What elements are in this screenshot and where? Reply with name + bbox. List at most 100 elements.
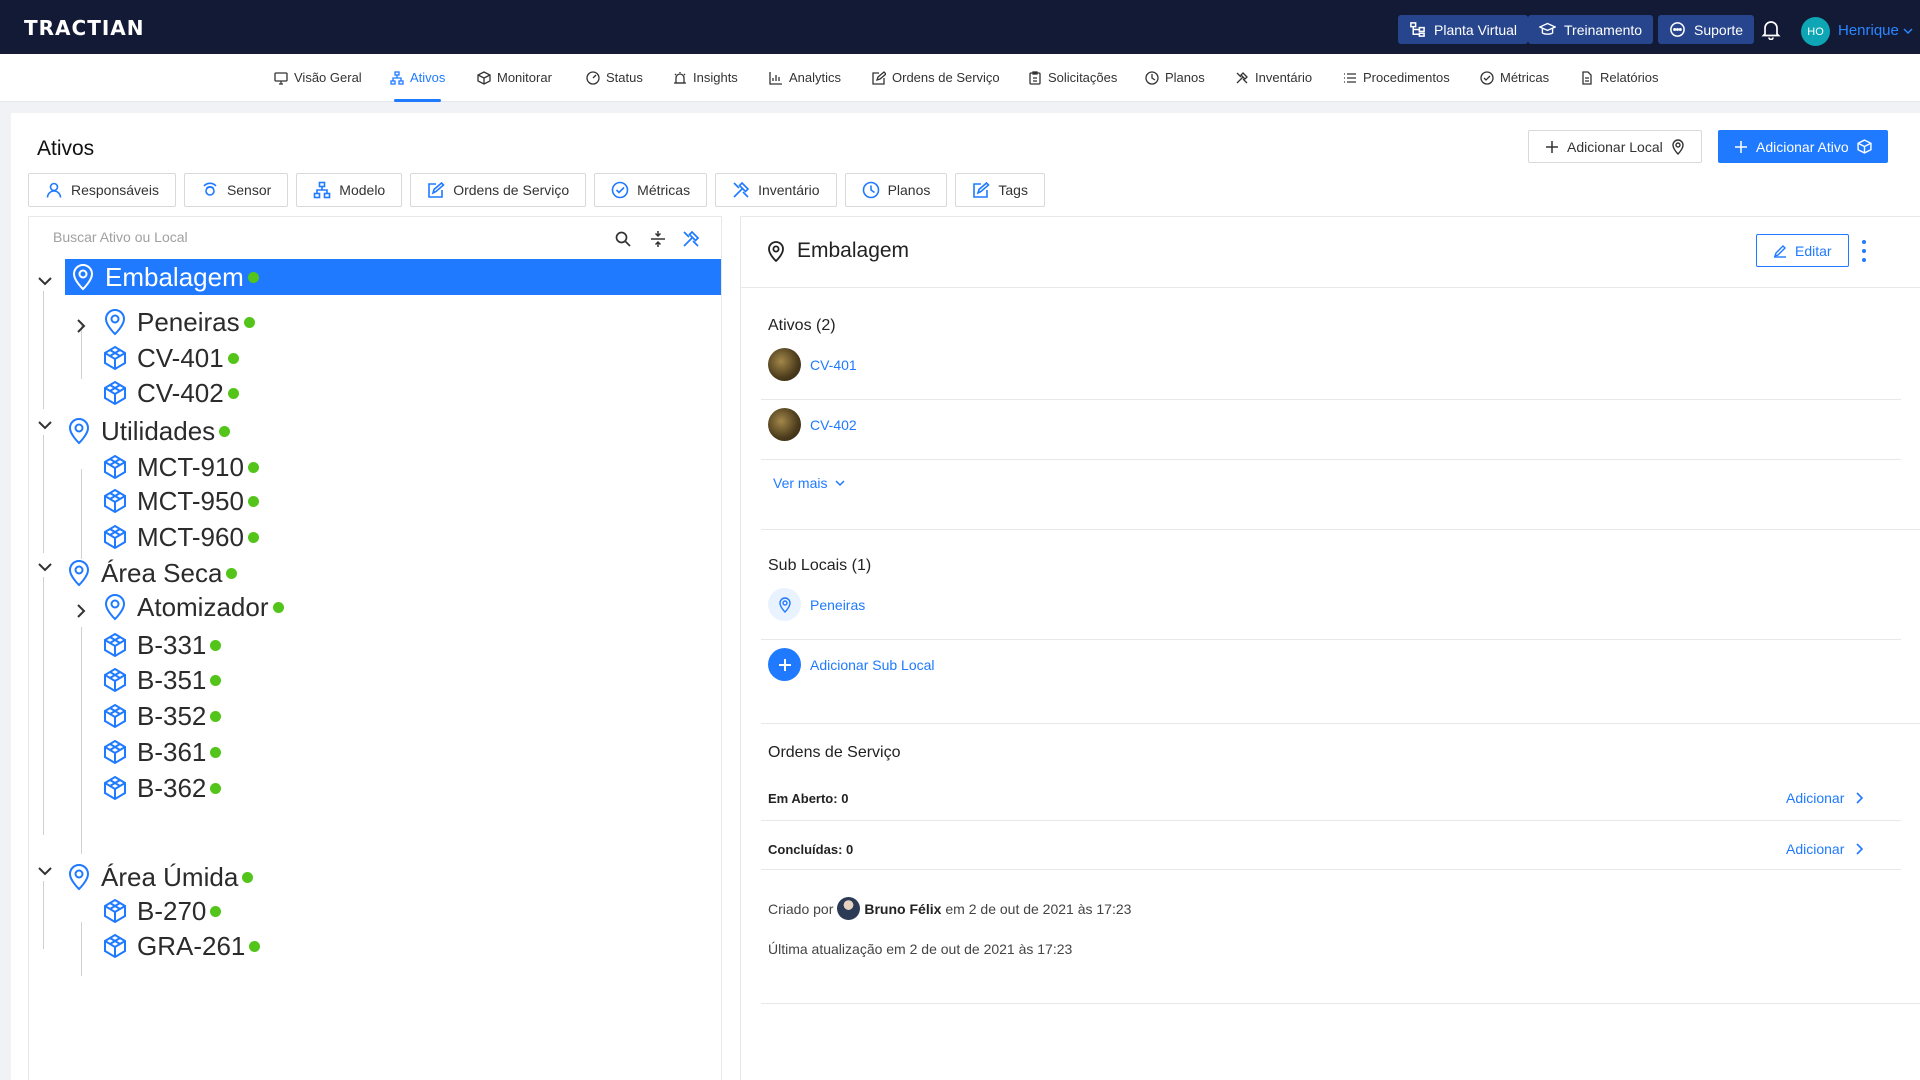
tree-node-b-362[interactable]: B-362 xyxy=(101,770,222,806)
sublocation-link[interactable]: Peneiras xyxy=(810,597,865,613)
plus-circle-icon xyxy=(768,648,801,681)
asset-item-cv-401[interactable]: CV-401 xyxy=(768,348,857,381)
add-location-button[interactable]: Adicionar Local xyxy=(1528,130,1702,163)
tree-node-utilidades[interactable]: Utilidades xyxy=(65,413,231,449)
divider xyxy=(761,869,1901,870)
tree-node-b-361[interactable]: B-361 xyxy=(101,734,222,770)
more-options-icon[interactable] xyxy=(1861,239,1867,263)
edit-label: Editar xyxy=(1795,242,1832,259)
nav-metricas[interactable]: Métricas xyxy=(1480,70,1549,85)
suporte-label: Suporte xyxy=(1694,21,1744,38)
chevron-right-icon[interactable] xyxy=(73,318,89,334)
chevron-down-icon[interactable] xyxy=(37,417,53,433)
add-sublocation-button[interactable]: Adicionar Sub Local xyxy=(768,648,935,681)
nav-status[interactable]: Status xyxy=(586,70,643,85)
asset-link[interactable]: CV-401 xyxy=(810,357,857,373)
tree-node-label: Peneiras xyxy=(137,306,240,337)
filter-ordens-servico[interactable]: Ordens de Serviço xyxy=(410,173,587,207)
nav-ordens-servico-label: Ordens de Serviço xyxy=(892,70,1000,85)
tree-node-area-umida[interactable]: Área Úmida xyxy=(65,859,254,895)
chevron-right-icon[interactable] xyxy=(73,603,89,619)
nav-insights[interactable]: Insights xyxy=(673,70,738,85)
tree-node-mct-950[interactable]: MCT-950 xyxy=(101,483,259,519)
nav-inventario[interactable]: Inventário xyxy=(1235,70,1312,85)
search-input[interactable] xyxy=(53,229,553,245)
tree-node-cv-402[interactable]: CV-402 xyxy=(101,375,239,411)
nav-monitorar[interactable]: Monitorar xyxy=(477,70,552,85)
tree-node-b-352[interactable]: B-352 xyxy=(101,698,222,734)
filter-inventario[interactable]: Inventário xyxy=(715,173,837,207)
see-more-link[interactable]: Ver mais xyxy=(773,475,845,491)
planta-virtual-button[interactable]: Planta Virtual xyxy=(1398,15,1529,44)
tools-icon[interactable] xyxy=(682,230,700,248)
asset-item-cv-402[interactable]: CV-402 xyxy=(768,408,857,441)
nav-ativos[interactable]: Ativos xyxy=(390,70,445,85)
add-completed-order-button[interactable]: Adicionar xyxy=(1786,841,1864,857)
nav-solicitacoes[interactable]: Solicitações xyxy=(1028,70,1117,85)
asset-link[interactable]: CV-402 xyxy=(810,417,857,433)
tree-node-b-351[interactable]: B-351 xyxy=(101,662,222,698)
tree-node-area-seca[interactable]: Área Seca xyxy=(65,555,238,591)
sublocation-icon xyxy=(768,588,801,621)
divider xyxy=(761,399,1901,400)
chevron-down-icon[interactable] xyxy=(37,863,53,879)
filter-planos-label: Planos xyxy=(887,182,931,198)
alarm-icon xyxy=(674,71,686,84)
bell-icon[interactable] xyxy=(1760,18,1782,40)
user-avatar[interactable]: HO xyxy=(1801,17,1830,46)
chevron-down-icon[interactable] xyxy=(37,273,53,289)
tree-node-mct-960[interactable]: MCT-960 xyxy=(101,519,259,555)
suporte-button[interactable]: Suporte xyxy=(1658,15,1755,44)
check-gauge-icon xyxy=(611,181,629,199)
asset-cube-icon xyxy=(104,898,126,924)
filter-responsaveis[interactable]: Responsáveis xyxy=(28,173,176,207)
search-icon[interactable] xyxy=(614,230,632,248)
check-gauge-icon xyxy=(1480,70,1494,85)
filter-tags[interactable]: Tags xyxy=(955,173,1045,207)
user-menu[interactable]: Henrique xyxy=(1838,22,1913,39)
location-pin-icon xyxy=(68,864,90,891)
tree-node-gra-261[interactable]: GRA-261 xyxy=(101,928,261,964)
tree-node-b-331[interactable]: B-331 xyxy=(101,627,222,663)
tree-node-embalagem[interactable]: Embalagem xyxy=(65,259,721,295)
tree-node-mct-910[interactable]: MCT-910 xyxy=(101,449,259,485)
chat-icon xyxy=(1670,22,1685,37)
status-dot xyxy=(210,905,222,917)
filter-modelo[interactable]: Modelo xyxy=(296,173,403,207)
chevron-down-icon[interactable] xyxy=(37,559,53,575)
filter-sensor-label: Sensor xyxy=(226,182,272,198)
status-dot xyxy=(210,782,222,794)
nav-procedimentos[interactable]: Procedimentos xyxy=(1343,70,1450,85)
nav-visao-geral[interactable]: Visão Geral xyxy=(274,70,362,85)
tree-node-atomizador[interactable]: Atomizador xyxy=(101,589,284,625)
tree-node-cv-401[interactable]: CV-401 xyxy=(101,340,239,376)
treinamento-button[interactable]: Treinamento xyxy=(1528,15,1654,44)
asset-cube-icon xyxy=(104,488,126,514)
network-icon xyxy=(1410,22,1425,37)
sublocation-item-peneiras[interactable]: Peneiras xyxy=(768,588,865,621)
nav-planos[interactable]: Planos xyxy=(1145,70,1205,85)
filter-planos[interactable]: Planos xyxy=(844,173,948,207)
edit-button[interactable]: Editar xyxy=(1756,234,1849,267)
nav-relatorios[interactable]: Relatórios xyxy=(1580,70,1659,85)
collapse-icon[interactable] xyxy=(649,230,667,248)
nav-analytics[interactable]: Analytics xyxy=(769,70,841,85)
nav-ordens-servico[interactable]: Ordens de Serviço xyxy=(872,70,1000,85)
page-title: Ativos xyxy=(37,137,95,160)
nav-planos-label: Planos xyxy=(1165,70,1205,85)
filter-ordens-servico-label: Ordens de Serviço xyxy=(453,182,570,198)
tractian-logo[interactable]: TRACTIAN xyxy=(24,16,145,40)
filter-metricas[interactable]: Métricas xyxy=(594,173,708,207)
tree-node-peneiras[interactable]: Peneiras xyxy=(101,304,255,340)
add-asset-button[interactable]: Adicionar Ativo xyxy=(1718,130,1888,163)
monitor-icon xyxy=(274,71,288,85)
add-open-order-button[interactable]: Adicionar xyxy=(1786,790,1864,806)
tree-node-label: CV-401 xyxy=(137,342,224,373)
edit-icon xyxy=(872,70,886,85)
hierarchy-icon xyxy=(390,70,404,85)
model-icon xyxy=(313,181,331,199)
detail-title-label: Embalagem xyxy=(797,239,910,262)
tree-node-b-270[interactable]: B-270 xyxy=(101,893,222,929)
filter-sensor[interactable]: Sensor xyxy=(183,173,289,207)
edit-icon xyxy=(973,181,991,198)
